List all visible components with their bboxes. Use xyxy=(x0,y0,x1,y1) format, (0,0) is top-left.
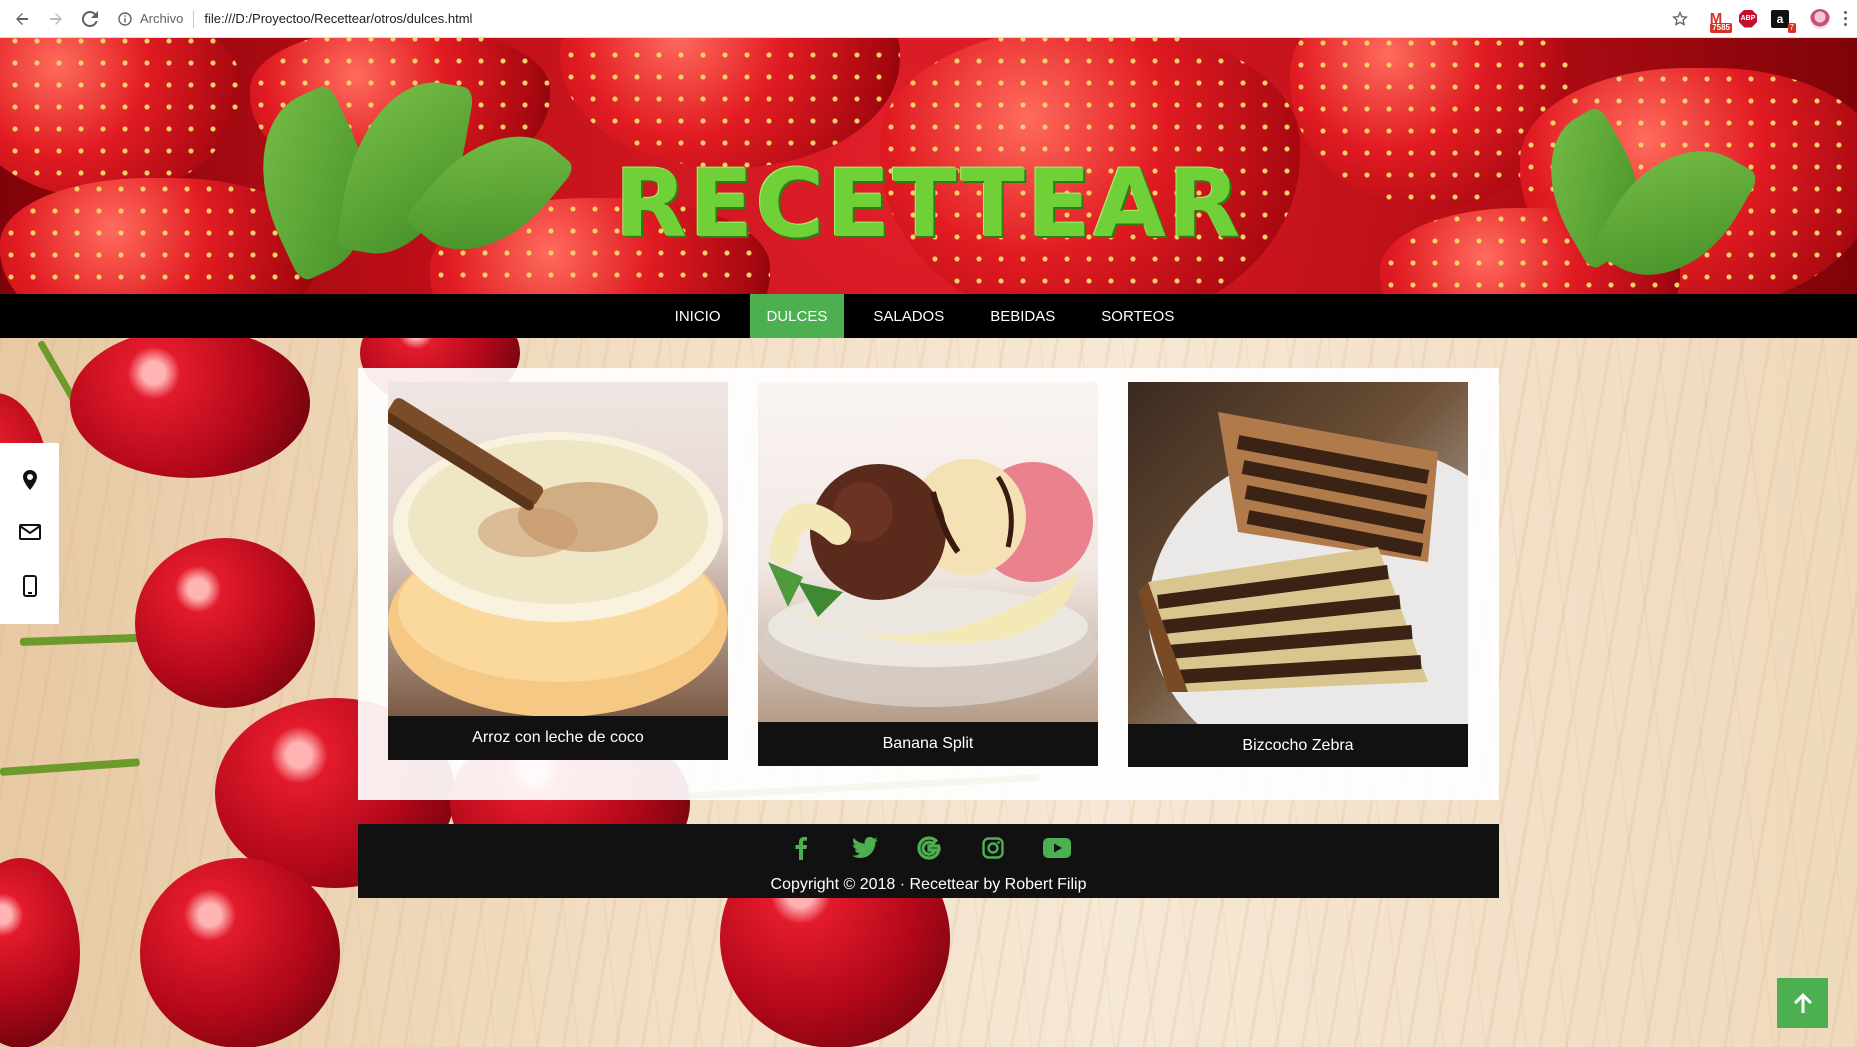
hero-banner: RECETTEAR xyxy=(0,38,1857,294)
side-contact-bar xyxy=(0,443,59,624)
forward-arrow-icon xyxy=(50,12,62,25)
nav-item-salados[interactable]: SALADOS xyxy=(856,294,961,338)
security-label: Archivo xyxy=(140,11,184,26)
social-links xyxy=(358,834,1499,862)
amazon-extension-icon[interactable]: a 7 xyxy=(1768,8,1796,33)
mail-icon[interactable] xyxy=(18,524,41,541)
twitter-icon[interactable] xyxy=(851,834,879,862)
google-icon[interactable] xyxy=(915,834,943,862)
back-arrow-icon xyxy=(16,12,28,25)
recipe-title[interactable]: Arroz con leche de coco xyxy=(388,716,728,760)
copyright-text: Copyright © 2018 · Recettear by Robert F… xyxy=(770,876,1087,893)
main-navbar: INICIO DULCES SALADOS BEBIDAS SORTEOS xyxy=(0,294,1857,338)
reload-button[interactable] xyxy=(76,5,104,33)
profile-avatar[interactable] xyxy=(1810,8,1830,29)
recipe-card[interactable]: Banana Split xyxy=(758,382,1098,766)
recipe-card[interactable]: Bizcocho Zebra xyxy=(1128,382,1468,767)
adblock-extension-icon[interactable]: ABP xyxy=(1736,8,1760,30)
gmail-extension-icon[interactable]: M 7585 xyxy=(1704,8,1732,33)
site-title: RECETTEAR xyxy=(614,150,1243,259)
nav-item-dulces[interactable]: DULCES xyxy=(749,294,845,338)
rice-pudding-image[interactable] xyxy=(388,382,728,716)
nav-items: INICIO DULCES SALADOS BEBIDAS SORTEOS xyxy=(652,294,1198,338)
browser-menu-icon[interactable] xyxy=(1844,11,1847,26)
recipe-title[interactable]: Banana Split xyxy=(758,722,1098,766)
browser-toolbar: Archivo file:///D:/Proyectoo/Recettear/o… xyxy=(0,0,1857,38)
arrow-up-icon xyxy=(1793,993,1812,1013)
footer: Copyright © 2018 · Recettear by Robert F… xyxy=(358,824,1499,898)
abp-logo: ABP xyxy=(1739,9,1757,28)
back-button[interactable] xyxy=(8,5,36,33)
location-icon[interactable] xyxy=(22,470,38,491)
youtube-icon[interactable] xyxy=(1042,834,1071,862)
address-separator xyxy=(193,9,195,28)
forward-button[interactable] xyxy=(42,5,70,33)
reload-icon xyxy=(82,10,98,27)
gmail-badge: 7585 xyxy=(1710,22,1732,33)
nav-item-inicio[interactable]: INICIO xyxy=(658,294,738,338)
recipe-card[interactable]: Arroz con leche de coco xyxy=(388,382,728,760)
recipe-gallery: Arroz con leche de coco Banana Split Biz… xyxy=(358,368,1499,800)
back-to-top-button[interactable] xyxy=(1777,978,1828,1028)
recipe-title[interactable]: Bizcocho Zebra xyxy=(1128,724,1468,767)
bookmark-star-icon[interactable] xyxy=(1672,10,1688,27)
amazon-logo: a xyxy=(1771,9,1789,28)
banana-split-image[interactable] xyxy=(758,382,1098,722)
nav-item-bebidas[interactable]: BEBIDAS xyxy=(973,294,1072,338)
url-text[interactable]: file:///D:/Proyectoo/Recettear/otros/dul… xyxy=(204,11,472,26)
phone-icon[interactable] xyxy=(22,574,37,597)
zebra-cake-image[interactable] xyxy=(1128,382,1468,724)
amazon-badge: 7 xyxy=(1787,22,1796,33)
info-icon[interactable] xyxy=(118,11,132,26)
address-bar[interactable]: Archivo file:///D:/Proyectoo/Recettear/o… xyxy=(118,4,1704,34)
instagram-icon[interactable] xyxy=(979,834,1007,862)
facebook-icon[interactable] xyxy=(787,834,815,862)
nav-item-sorteos[interactable]: SORTEOS xyxy=(1084,294,1191,338)
